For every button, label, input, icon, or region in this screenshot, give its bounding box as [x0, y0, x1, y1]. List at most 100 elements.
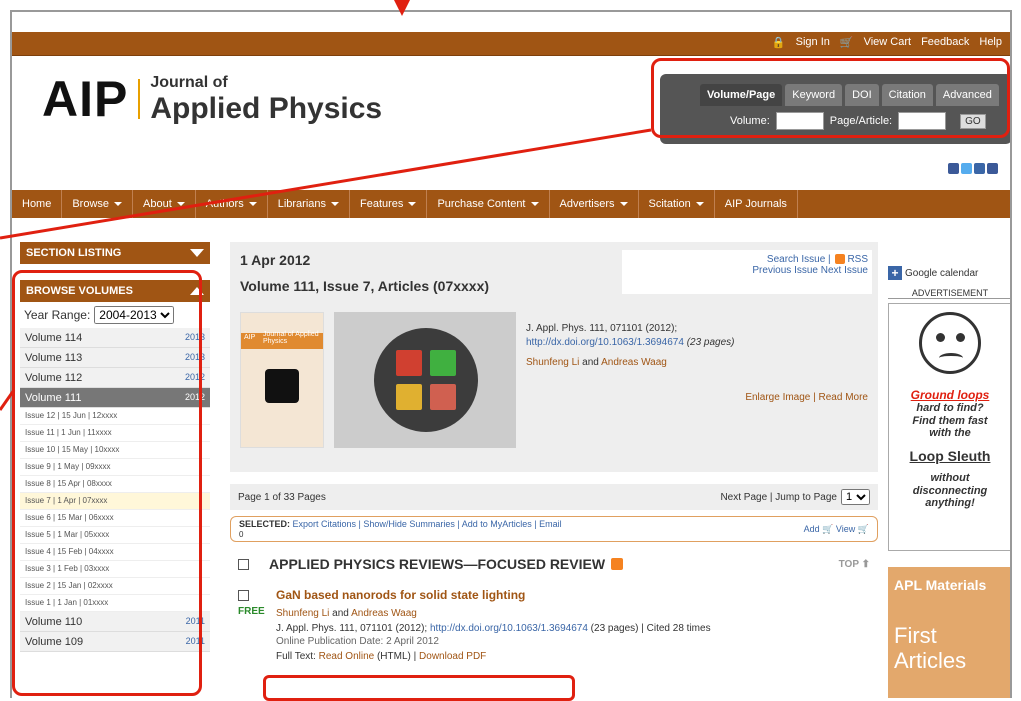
nav-home[interactable]: Home [12, 190, 63, 218]
publication-date: Online Publication Date: 2 April 2012 [276, 636, 439, 647]
nav-aip-journals[interactable]: AIP Journals [715, 190, 798, 218]
article-citation: J. Appl. Phys. 111, 071101 (2012); [276, 623, 430, 634]
google-calendar-label: Google calendar [905, 267, 979, 279]
sign-in-link[interactable]: Sign In [796, 36, 830, 49]
view-link[interactable]: View [836, 524, 855, 534]
top-link[interactable]: TOP ⬆ [839, 559, 870, 570]
facebook-icon[interactable] [987, 163, 998, 174]
nav-label: Features [360, 198, 404, 210]
nav-label: About [143, 198, 172, 210]
cover-image[interactable]: AIP Journal of Applied Physics [240, 312, 324, 448]
section-listing-label: SECTION LISTING [26, 247, 122, 259]
ad-line: anything! [925, 497, 975, 510]
twitter-icon[interactable] [961, 163, 972, 174]
section-listing-header[interactable]: SECTION LISTING [20, 242, 210, 264]
add-cart-icon[interactable]: 🛒 [822, 524, 833, 534]
selected-bar: SELECTED: Export Citations | Show/Hide S… [230, 516, 878, 542]
nav-features[interactable]: Features [350, 190, 428, 218]
apl-materials-ad[interactable]: APL Materials First Articles [888, 567, 1010, 698]
article-title-link[interactable]: GaN based nanorods for solid state light… [276, 588, 878, 602]
pager: Page 1 of 33 Pages Next Page | Jump to P… [230, 484, 878, 510]
read-online-link[interactable]: Read Online [319, 651, 375, 662]
section-checkbox[interactable] [238, 558, 249, 570]
add-link[interactable]: Add [804, 524, 820, 534]
applied-physics-label: Applied Physics [150, 91, 383, 125]
rss-link[interactable]: RSS [847, 254, 868, 265]
nav-librarians[interactable]: Librarians [268, 190, 351, 218]
pages: (23 pages) [686, 337, 735, 348]
nav-label: Home [22, 198, 52, 210]
download-pdf-link[interactable]: Download PDF [419, 651, 486, 662]
section-title: APPLIED PHYSICS REVIEWS—FOCUSED REVIEW [269, 556, 606, 572]
ad-brand: Loop Sleuth [909, 447, 991, 464]
ad-line: Find them fast [912, 414, 988, 427]
search-highlight-box [651, 58, 1010, 138]
main-content: 1 Apr 2012 Volume 111, Issue 7, Articles… [230, 242, 878, 662]
doi-link[interactable]: http://dx.doi.org/10.1063/1.3694674 [526, 337, 684, 348]
nav-label: Browse [72, 198, 110, 210]
rss-icon[interactable] [835, 254, 846, 265]
issue-title: Volume 111, Issue 7, Articles (07xxxx) [240, 278, 490, 294]
advertisement-label: ADVERTISEMENT [888, 288, 1010, 299]
author-link[interactable]: Andreas Waag [351, 608, 417, 619]
dropdown-caret-icon [408, 202, 417, 206]
lock-icon: 🔒 [771, 37, 786, 49]
nav-label: Purchase Content [437, 198, 526, 210]
right-column: + Google calendar ADVERTISEMENT Ground l… [888, 266, 1010, 698]
ad-line: disconnecting [912, 484, 988, 497]
citation: J. Appl. Phys. 111, 071101 (2012); [526, 323, 678, 334]
nav-authors[interactable]: Authors [196, 190, 268, 218]
nav-scitation[interactable]: Scitation [639, 190, 715, 218]
search-issue-link[interactable]: Search Issue | [767, 254, 834, 265]
section-heading: APPLIED PHYSICS REVIEWS—FOCUSED REVIEW T… [230, 556, 878, 572]
plus-icon: + [888, 266, 902, 280]
nav-advertisers[interactable]: Advertisers [550, 190, 639, 218]
ad2-body: First Articles [894, 623, 967, 674]
article-doi-link[interactable]: http://dx.doi.org/10.1063/1.3694674 [430, 623, 588, 634]
logo-divider [138, 79, 141, 119]
nav-purchase-content[interactable]: Purchase Content [427, 190, 550, 218]
view-cart-icon[interactable]: 🛒 [858, 524, 869, 534]
author-link[interactable]: Andreas Waag [601, 357, 667, 368]
next-page-link[interactable]: Next Page | Jump to Page [720, 492, 837, 503]
nav-label: AIP Journals [724, 198, 787, 210]
html-label: (HTML) | [374, 651, 420, 662]
author-link[interactable]: Shunfeng Li [276, 608, 329, 619]
nav-browse[interactable]: Browse [62, 190, 134, 218]
prev-next-issue-link[interactable]: Previous Issue Next Issue [752, 265, 868, 276]
section-rss-icon[interactable] [611, 558, 624, 570]
enlarge-read-more-link[interactable]: Enlarge Image | Read More [745, 392, 868, 403]
cart-icon: 🛒 [839, 37, 854, 49]
and-text: and [329, 608, 352, 619]
article-checkbox[interactable] [238, 590, 249, 601]
cover-title: Journal of Applied Physics [263, 331, 319, 345]
cover-logo: AIP [244, 334, 256, 341]
ad-line: without [930, 471, 970, 484]
view-cart-link[interactable]: View Cart [864, 36, 911, 49]
journal-logo[interactable]: AIP Journal of Applied Physics [42, 70, 382, 128]
sad-face-icon [919, 312, 981, 374]
nav-label: Scitation [648, 198, 691, 210]
nav-label: Authors [205, 198, 244, 210]
dropdown-caret-icon [695, 202, 704, 206]
ground-loops-ad[interactable]: Ground loops hard to find? Find them fas… [888, 303, 1010, 551]
aip-social-icon[interactable] [974, 163, 985, 174]
jump-to-page-select[interactable]: 1 [841, 489, 870, 505]
nav-about[interactable]: About [133, 190, 196, 218]
issue-date: 1 Apr 2012 [240, 252, 311, 268]
page-count: Page 1 of 33 Pages [238, 491, 326, 503]
selected-actions[interactable]: Export Citations | Show/Hide Summaries |… [293, 519, 562, 529]
author-link[interactable]: Shunfeng Li [526, 357, 579, 368]
google-calendar-button[interactable]: + Google calendar [888, 266, 1010, 280]
free-badge: FREE [238, 606, 265, 617]
aip-logo: AIP [42, 71, 129, 127]
help-link[interactable]: Help [979, 36, 1002, 49]
top-bar: 🔒 Sign In 🛒 View Cart Feedback Help [12, 32, 1010, 56]
ad2-heading: APL Materials [894, 577, 987, 593]
expand-icon [190, 249, 204, 257]
ad-heading: Ground loops [910, 388, 990, 402]
selected-count: 0 [239, 530, 244, 539]
featured-image[interactable] [334, 312, 516, 448]
feedback-link[interactable]: Feedback [921, 36, 969, 49]
flickr-icon[interactable] [948, 163, 959, 174]
